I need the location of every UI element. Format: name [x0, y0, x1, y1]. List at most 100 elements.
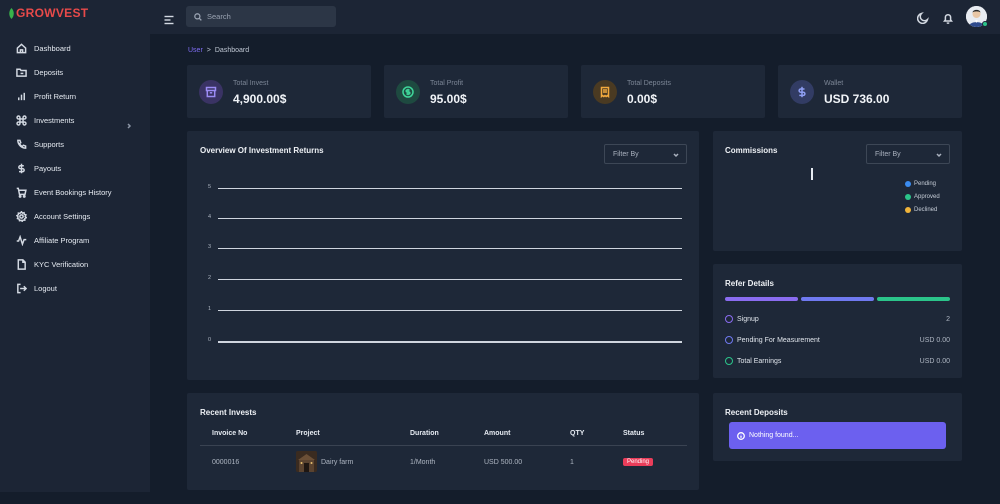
circle-icon: [725, 315, 733, 323]
bell-icon[interactable]: [942, 11, 954, 24]
legend-dot: [905, 207, 911, 213]
sidebar-item-payouts[interactable]: Payouts: [0, 156, 150, 180]
refer-row-value: USD 0.00: [919, 336, 950, 344]
sidebar-item-affiliate-program[interactable]: Affiliate Program: [0, 228, 150, 252]
y-tick-label: 2: [208, 275, 212, 281]
cart-icon: [16, 187, 27, 198]
commissions-title: Commissions: [725, 146, 778, 155]
filter-label: Filter By: [875, 150, 901, 158]
sidebar-item-label: Affiliate Program: [34, 235, 90, 245]
sidebar-item-label: Account Settings: [34, 211, 91, 221]
overview-title: Overview Of Investment Returns: [200, 146, 324, 155]
project-name: Dairy farm: [321, 459, 354, 466]
brand-name: GROWVEST: [16, 6, 89, 20]
legend-label: Pending: [914, 181, 937, 187]
stat-card-total-profit: Total Profit 95.00$: [384, 65, 568, 118]
chart-gridline: [218, 188, 682, 189]
sidebar-item-dashboard[interactable]: Dashboard: [0, 36, 150, 60]
receipt-icon: [593, 80, 617, 104]
sidebar-item-label: Payouts: [34, 163, 62, 173]
logout-icon: [16, 283, 27, 294]
leaf-icon: [9, 7, 14, 19]
empty-state-message: Nothing found...: [749, 432, 799, 439]
stat-value: USD 736.00: [824, 92, 890, 106]
sidebar-item-label: Profit Return: [34, 91, 77, 101]
sidebar-item-label: Event Bookings History: [34, 187, 112, 197]
chart-gridline: [218, 310, 682, 311]
sidebar-item-label: Investments: [34, 115, 75, 125]
refer-progress-bar-earnings: [877, 297, 950, 301]
column-header: Duration: [410, 430, 439, 437]
overview-filter-dropdown[interactable]: Filter By: [604, 144, 687, 164]
column-header: Project: [296, 430, 320, 437]
brand-logo[interactable]: GROWVEST: [8, 6, 88, 20]
project-thumbnail: [296, 451, 317, 472]
chart-gridline: [218, 248, 682, 249]
search-icon: [194, 12, 202, 21]
gear-icon: [16, 210, 27, 222]
circle-icon: [725, 357, 733, 365]
stat-value: 95.00$: [430, 92, 467, 106]
legend-dot: [905, 181, 911, 187]
refer-row-value: 2: [946, 315, 950, 323]
sidebar-item-supports[interactable]: Supports: [0, 132, 150, 156]
home-icon: [16, 42, 27, 54]
sidebar-item-label: Supports: [34, 139, 65, 149]
folder-icon: [16, 67, 27, 78]
search-box[interactable]: [186, 6, 336, 27]
chart-gridline: [218, 218, 682, 219]
y-tick-label: 1: [208, 306, 212, 312]
invoice-number: 0000016: [212, 459, 240, 466]
duration: 1/Month: [410, 459, 436, 466]
refer-title: Refer Details: [725, 279, 774, 288]
archive-icon: [199, 80, 223, 104]
breadcrumb: User > Dashboard: [188, 47, 249, 54]
table-header-divider: [200, 445, 687, 446]
sidebar-item-investments[interactable]: Investments: [0, 108, 150, 132]
top-bar: [150, 0, 1000, 34]
sidebar-item-kyc-verification[interactable]: KYC Verification: [0, 252, 150, 276]
sidebar-item-deposits[interactable]: Deposits: [0, 60, 150, 84]
stat-card-total-invest: Total Invest 4,900.00$: [187, 65, 371, 118]
refer-progress-bar-signup: [725, 297, 798, 301]
chart-baseline: [218, 341, 682, 343]
activity-icon: [16, 234, 27, 246]
recent-deposits-title: Recent Deposits: [725, 408, 788, 417]
legend-label: Approved: [914, 194, 940, 200]
sidebar-item-label: Dashboard: [34, 43, 71, 53]
dollar-icon: [16, 163, 27, 174]
overview-chart-card: [187, 131, 699, 380]
stat-value: 0.00$: [627, 92, 658, 106]
refer-row-label: Pending For Measurement: [737, 336, 820, 344]
amount: USD 500.00: [484, 459, 523, 466]
refer-progress-bar-pending: [801, 297, 874, 301]
moon-icon[interactable]: [916, 11, 929, 25]
empty-state-alert: Nothing found...: [729, 422, 946, 449]
stat-label: Total Deposits: [627, 80, 671, 87]
menu-toggle-icon[interactable]: [164, 12, 174, 25]
sidebar-item-event-bookings-history[interactable]: Event Bookings History: [0, 180, 150, 204]
commissions-filter-dropdown[interactable]: Filter By: [866, 144, 950, 164]
breadcrumb-root-link[interactable]: User: [188, 47, 203, 54]
legend-item-approved: Approved: [905, 194, 940, 200]
filter-label: Filter By: [613, 150, 639, 158]
y-tick-label: 5: [208, 184, 212, 190]
column-header: Amount: [484, 430, 511, 437]
breadcrumb-current: Dashboard: [214, 47, 250, 54]
sidebar-item-profit-return[interactable]: Profit Return: [0, 84, 150, 108]
stat-label: Total Invest: [233, 80, 269, 87]
stat-label: Wallet: [824, 80, 844, 87]
y-tick-label: 4: [208, 214, 212, 220]
column-header: Status: [623, 430, 645, 437]
recent-invests-card: [187, 393, 699, 490]
commissions-chart-marker: [811, 168, 813, 180]
legend-item-pending: Pending: [905, 181, 936, 187]
command-icon: [16, 114, 27, 126]
phone-icon: [16, 139, 27, 150]
y-tick-label: 3: [208, 244, 212, 250]
status-badge: Pending: [623, 458, 654, 466]
search-input[interactable]: [207, 12, 327, 21]
info-icon: [737, 431, 745, 440]
sidebar-item-logout[interactable]: Logout: [0, 276, 150, 300]
sidebar-item-account-settings[interactable]: Account Settings: [0, 204, 150, 228]
